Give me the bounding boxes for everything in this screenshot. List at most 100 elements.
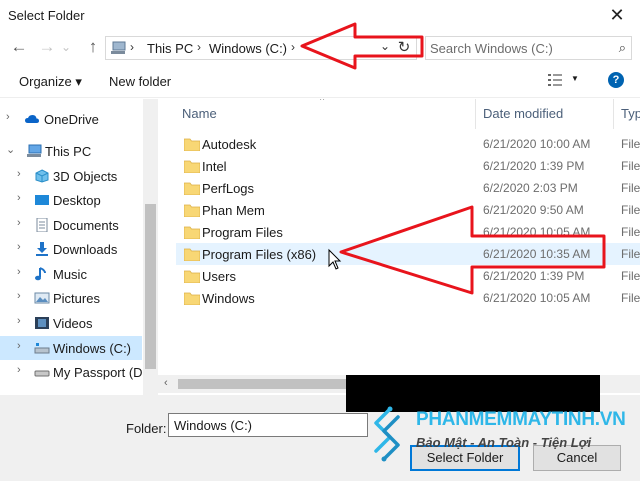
- file-name: Intel: [202, 159, 227, 174]
- new-folder-button[interactable]: New folder: [109, 74, 171, 89]
- back-arrow-icon[interactable]: ←: [6, 36, 32, 60]
- sidebar-item-this-pc[interactable]: ⌄ This PC: [0, 139, 142, 163]
- breadcrumb-separator-icon[interactable]: ›: [197, 40, 201, 54]
- expand-chevron-icon[interactable]: ›: [17, 217, 21, 229]
- list-item[interactable]: Program Files (x86) 6/21/2020 10:35 AM F…: [176, 243, 640, 265]
- sidebar-item-windows-c[interactable]: › Windows (C:): [0, 336, 142, 360]
- file-date: 6/21/2020 9:50 AM: [483, 203, 584, 217]
- list-item[interactable]: Autodesk 6/21/2020 10:00 AM File: [176, 133, 640, 155]
- sidebar-item-downloads[interactable]: › Downloads: [0, 237, 142, 261]
- list-item[interactable]: Program Files 6/21/2020 10:05 AM File: [176, 221, 640, 243]
- file-name: Phan Mem: [202, 203, 265, 218]
- sidebar-item-documents[interactable]: › Documents: [0, 213, 142, 237]
- download-icon: [36, 242, 48, 256]
- up-arrow-icon[interactable]: ↑: [80, 36, 106, 60]
- address-bar[interactable]: › This PC › Windows (C:) › ⌄ ↻: [105, 36, 417, 60]
- breadcrumb-windows-c[interactable]: Windows (C:): [209, 41, 287, 56]
- folder-icon: [184, 138, 200, 151]
- title-bar: Select Folder ✕: [0, 0, 640, 32]
- close-icon[interactable]: ✕: [594, 0, 640, 32]
- column-header-name[interactable]: Name: [182, 106, 217, 121]
- music-icon: [35, 267, 46, 281]
- file-type: File: [621, 203, 640, 217]
- file-name: Users: [202, 269, 236, 284]
- help-icon[interactable]: ?: [608, 72, 624, 88]
- video-icon: [35, 317, 49, 329]
- expand-chevron-icon[interactable]: ›: [6, 111, 10, 123]
- scroll-left-icon[interactable]: ‹: [164, 377, 168, 389]
- file-type: File: [621, 291, 640, 305]
- folder-icon: [184, 204, 200, 217]
- sidebar-item-label: Videos: [53, 316, 93, 331]
- sidebar-item-label: Desktop: [53, 193, 101, 208]
- sidebar-item-desktop[interactable]: › Desktop: [0, 188, 142, 212]
- expand-chevron-icon[interactable]: ›: [17, 266, 21, 278]
- sidebar-scrollbar[interactable]: [143, 99, 158, 395]
- organize-button[interactable]: Organize ▾: [19, 74, 82, 90]
- document-icon: [36, 218, 48, 232]
- file-type: File: [621, 159, 640, 173]
- sidebar-item-3d-objects[interactable]: › 3D Objects: [0, 164, 142, 188]
- expand-chevron-icon[interactable]: ›: [17, 241, 21, 253]
- list-item[interactable]: Windows 6/21/2020 10:05 AM File: [176, 287, 640, 309]
- expand-chevron-icon[interactable]: ›: [17, 168, 21, 180]
- list-item[interactable]: PerfLogs 6/2/2020 2:03 PM File: [176, 177, 640, 199]
- sidebar-item-label: Documents: [53, 218, 119, 233]
- search-icon[interactable]: ⌕: [619, 40, 626, 56]
- sidebar-item-videos[interactable]: › Videos: [0, 311, 142, 335]
- expand-chevron-icon[interactable]: ›: [17, 364, 21, 376]
- sidebar-item-label: Downloads: [53, 242, 118, 257]
- folder-icon: [184, 248, 200, 261]
- folder-field[interactable]: [168, 413, 368, 437]
- desktop-icon: [35, 195, 49, 205]
- expand-chevron-icon[interactable]: ›: [17, 192, 21, 204]
- sidebar-item-onedrive[interactable]: › OneDrive: [0, 107, 142, 131]
- column-header-type[interactable]: Typ: [621, 106, 640, 121]
- sidebar-item-music[interactable]: › Music: [0, 262, 142, 286]
- sidebar-item-label: OneDrive: [44, 112, 99, 127]
- expand-chevron-icon[interactable]: ›: [17, 340, 21, 352]
- search-input[interactable]: [430, 40, 600, 56]
- computer-icon: [27, 144, 42, 157]
- scrollbar-thumb[interactable]: [178, 379, 348, 389]
- list-item[interactable]: Intel 6/21/2020 1:39 PM File: [176, 155, 640, 177]
- external-drive-icon: [34, 370, 50, 377]
- column-header-date-modified[interactable]: Date modified: [483, 106, 563, 121]
- sidebar-item-label: 3D Objects: [53, 169, 118, 184]
- scrollbar-thumb[interactable]: [145, 204, 156, 369]
- folder-label: Folder:: [126, 421, 167, 436]
- address-dropdown-icon[interactable]: ⌄: [380, 39, 390, 53]
- breadcrumb-this-pc[interactable]: This PC: [147, 41, 193, 56]
- breadcrumb-separator-icon: ›: [130, 40, 134, 54]
- sidebar-item-label: Pictures: [53, 291, 100, 306]
- expand-chevron-icon[interactable]: ›: [17, 290, 21, 302]
- view-dropdown-icon[interactable]: ▼: [571, 74, 579, 83]
- breadcrumb-separator-icon[interactable]: ›: [291, 40, 295, 54]
- list-item[interactable]: Phan Mem 6/21/2020 9:50 AM File: [176, 199, 640, 221]
- column-divider[interactable]: [475, 99, 476, 129]
- collapse-chevron-icon[interactable]: ⌄: [6, 143, 15, 156]
- search-box[interactable]: ⌕: [425, 36, 632, 60]
- view-options-icon[interactable]: [548, 74, 562, 86]
- file-date: 6/21/2020 10:35 AM: [483, 247, 591, 261]
- sidebar-item-label: This PC: [45, 144, 92, 159]
- sidebar-item-pictures[interactable]: › Pictures: [0, 286, 142, 310]
- refresh-icon[interactable]: ↻: [394, 37, 414, 59]
- file-name: Program Files (x86): [202, 247, 317, 262]
- sidebar-item-my-passport[interactable]: › My Passport (D:): [0, 360, 151, 384]
- drive-icon: [34, 343, 50, 354]
- forward-arrow-icon[interactable]: →: [34, 36, 60, 60]
- expand-chevron-icon[interactable]: ›: [17, 315, 21, 327]
- file-date: 6/21/2020 1:39 PM: [483, 269, 585, 283]
- recent-locations-chevron-icon[interactable]: ⌄: [58, 36, 74, 60]
- list-item[interactable]: Users 6/21/2020 1:39 PM File: [176, 265, 640, 287]
- file-name: Program Files: [202, 225, 283, 240]
- file-date: 6/21/2020 1:39 PM: [483, 159, 585, 173]
- sidebar-item-label: Music: [53, 267, 87, 282]
- column-divider[interactable]: [613, 99, 614, 129]
- watermark: PHANMEMMAYTINH.VN Bảo Mật - An Toàn - Ti…: [368, 405, 638, 465]
- command-toolbar: Organize ▾ New folder ▼ ?: [0, 64, 640, 98]
- file-date: 6/21/2020 10:05 AM: [483, 291, 591, 305]
- folder-icon: [184, 270, 200, 283]
- picture-icon: [34, 292, 50, 304]
